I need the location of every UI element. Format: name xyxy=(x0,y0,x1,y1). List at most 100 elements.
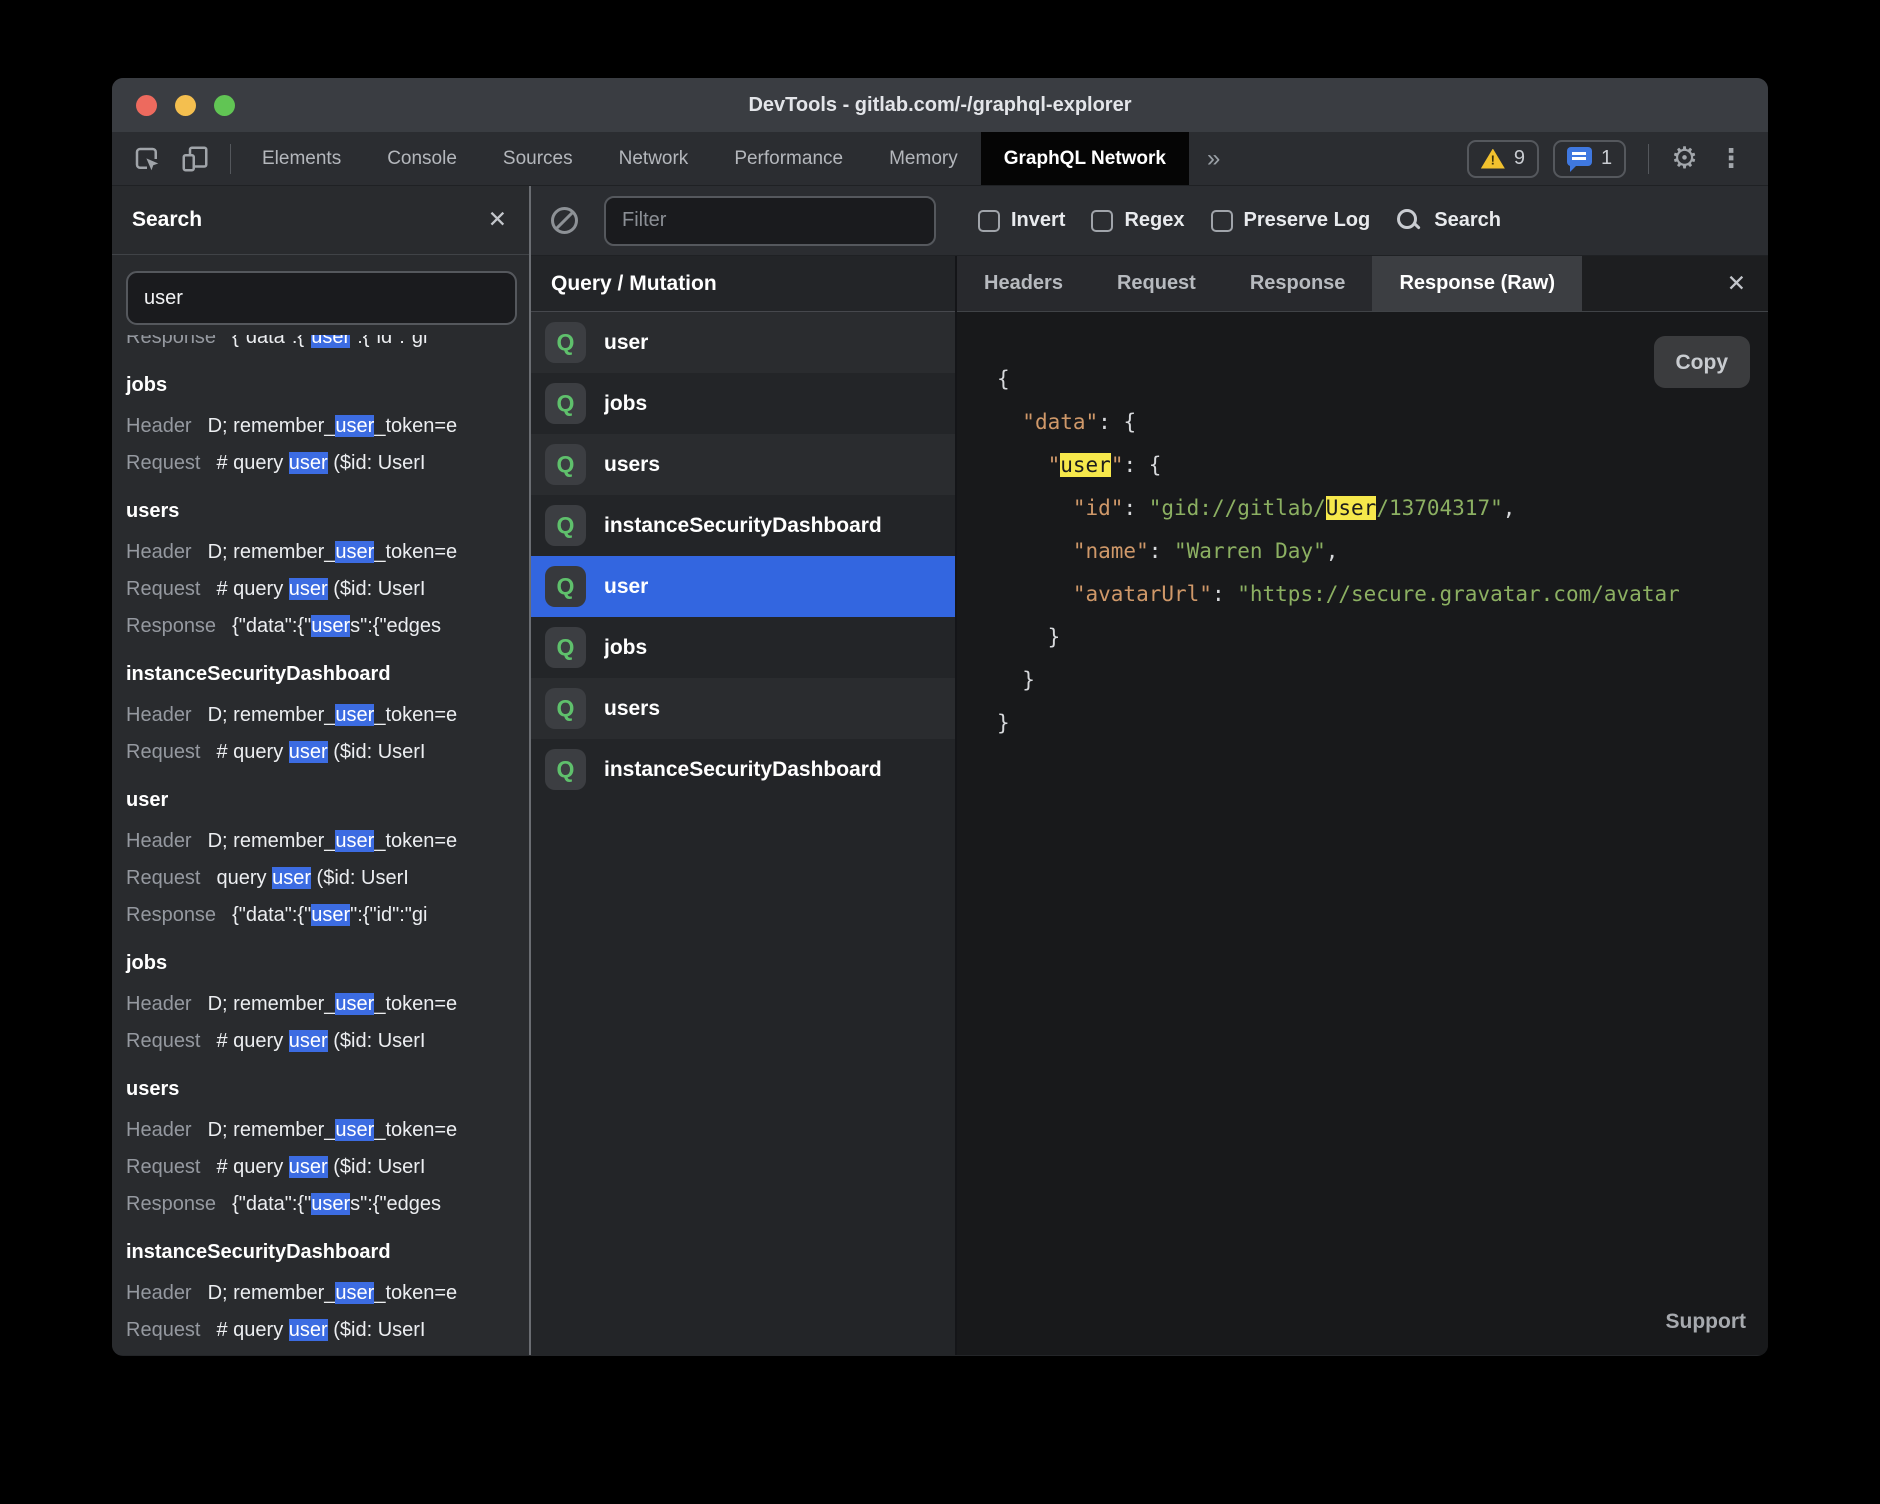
filter-search-label[interactable]: Search xyxy=(1434,209,1501,232)
detail-tab[interactable]: Headers xyxy=(957,256,1090,311)
search-result-row[interactable]: Header D; remember_user_token=e xyxy=(126,697,515,734)
query-list-item[interactable]: Q jobs xyxy=(531,617,955,678)
inspect-element-icon[interactable] xyxy=(132,144,162,174)
warning-icon xyxy=(1481,149,1505,169)
checkbox[interactable] xyxy=(1211,210,1233,232)
close-search-panel-icon[interactable]: ✕ xyxy=(488,207,507,233)
text-segment: ($id: UserI xyxy=(311,867,409,889)
search-match-highlight: user xyxy=(335,830,374,852)
search-icon xyxy=(1396,208,1422,234)
filter-input[interactable] xyxy=(604,196,936,246)
devtools-tab-label: Memory xyxy=(889,148,958,170)
query-list-item[interactable]: Q instanceSecurityDashboard xyxy=(531,495,955,556)
close-window-button[interactable] xyxy=(136,95,157,116)
result-row-value: # query user ($id: UserI xyxy=(217,1023,426,1060)
query-type-badge: Q xyxy=(545,688,586,729)
zoom-window-button[interactable] xyxy=(214,95,235,116)
filter-bar: Invert Regex Preserve Log Search xyxy=(531,186,1768,256)
search-result-row[interactable]: Request query user ($id: UserI xyxy=(126,860,515,897)
query-list-item[interactable]: Q instanceSecurityDashboard xyxy=(531,739,955,800)
text-segment: query xyxy=(217,867,273,889)
devtools-tabbar: ElementsConsole Sources NetworkPerformance… xyxy=(112,132,1768,186)
detail-tab[interactable]: Response (Raw) xyxy=(1372,256,1582,311)
query-list-item[interactable]: Q users xyxy=(531,434,955,495)
devtools-tab[interactable]: GraphQL Network xyxy=(981,132,1189,185)
result-row-value: {"data":{"user":{"id":"gi xyxy=(232,897,427,934)
search-result-row[interactable]: Response {"data":{"users":{"edges xyxy=(126,608,515,645)
support-link[interactable]: Support xyxy=(1666,1300,1746,1343)
search-input[interactable] xyxy=(126,271,517,325)
query-type-badge: Q xyxy=(545,383,586,424)
search-result-row[interactable]: Request # query user ($id: UserI xyxy=(126,1312,515,1349)
devtools-tab[interactable]: Performance xyxy=(711,132,866,185)
search-panel: Search ✕ Response {"data":{"user":{"id":… xyxy=(112,186,531,1355)
issues-badge[interactable]: 1 xyxy=(1553,140,1626,178)
result-row-value: D; remember_user_token=e xyxy=(208,408,458,445)
clear-log-icon[interactable] xyxy=(551,207,578,234)
text-segment: _token=e xyxy=(374,541,457,563)
query-type-badge: Q xyxy=(545,505,586,546)
result-row-value: # query user ($id: UserI xyxy=(217,445,426,482)
text-segment: "gid://gitlab/ xyxy=(1149,496,1326,520)
devtools-tab-label: Sources xyxy=(503,148,573,170)
search-match-highlight: user xyxy=(335,541,374,563)
title-bar: DevTools - gitlab.com/-/graphql-explorer xyxy=(112,78,1768,132)
settings-gear-icon[interactable]: ⚙ xyxy=(1671,141,1698,176)
minimize-window-button[interactable] xyxy=(175,95,196,116)
search-result-row[interactable]: Request # query user ($id: UserI xyxy=(126,445,515,482)
devtools-tab[interactable]: Memory xyxy=(866,132,981,185)
search-result-row[interactable]: Response {"data":{"user":{"id":"gi xyxy=(126,335,515,356)
search-match-highlight: user xyxy=(335,1119,374,1141)
text-segment: D; remember_ xyxy=(208,1282,336,1304)
text-segment: "https://secure.gravatar.com/avatar xyxy=(1237,582,1680,606)
devtools-tab[interactable]: Sources xyxy=(480,132,596,185)
warnings-badge[interactable]: 9 xyxy=(1467,140,1539,178)
search-match-highlight: user xyxy=(272,867,311,889)
search-result-row[interactable]: Request # query user ($id: UserI xyxy=(126,1023,515,1060)
text-segment: ":{"id":"gi xyxy=(350,904,427,926)
search-result-row[interactable]: Request # query user ($id: UserI xyxy=(126,734,515,771)
search-match-highlight: user xyxy=(335,704,374,726)
detail-tab-label: Response xyxy=(1250,272,1346,295)
search-result-row[interactable]: Header D; remember_user_token=e xyxy=(126,1275,515,1312)
result-row-label: Response xyxy=(126,608,216,645)
device-toolbar-icon[interactable] xyxy=(180,144,210,174)
detail-tab[interactable]: Response xyxy=(1223,256,1373,311)
search-result-row[interactable]: Response {"data":{"user":{"id":"gi xyxy=(126,897,515,934)
text-segment: ($id: UserI xyxy=(328,578,426,600)
close-detail-icon[interactable]: ✕ xyxy=(1727,271,1746,297)
search-result-row[interactable]: Request # query user ($id: UserI xyxy=(126,1149,515,1186)
text-segment: D; remember_ xyxy=(208,704,336,726)
result-row-label: Request xyxy=(126,445,201,482)
search-result-row[interactable]: Header D; remember_user_token=e xyxy=(126,986,515,1023)
search-result-row[interactable]: Header D; remember_user_token=e xyxy=(126,823,515,860)
text-segment: {"data":{" xyxy=(232,615,311,637)
text-segment: , xyxy=(1326,539,1339,563)
query-item-label: instanceSecurityDashboard xyxy=(604,758,882,782)
text-segment: # query xyxy=(217,1030,289,1052)
detail-tab[interactable]: Request xyxy=(1090,256,1223,311)
checkbox[interactable] xyxy=(978,210,1000,232)
devtools-tab[interactable]: Elements xyxy=(239,132,364,185)
devtools-tab[interactable]: Network xyxy=(596,132,712,185)
query-list-item[interactable]: Q user xyxy=(531,312,955,373)
search-result-row[interactable]: Header D; remember_user_token=e xyxy=(126,1112,515,1149)
result-row-label: Request xyxy=(126,1023,201,1060)
copy-button[interactable]: Copy xyxy=(1654,336,1751,388)
network-region: Invert Regex Preserve Log Search Query /… xyxy=(531,186,1768,1355)
search-result-row[interactable]: Request # query user ($id: UserI xyxy=(126,571,515,608)
query-list-item[interactable]: Q user xyxy=(531,556,955,617)
more-tabs-chevron-icon[interactable]: » xyxy=(1189,132,1238,185)
checkbox[interactable] xyxy=(1091,210,1113,232)
kebab-menu-icon[interactable]: ⋮ xyxy=(1712,144,1750,174)
query-list-item[interactable]: Q users xyxy=(531,678,955,739)
search-result-row[interactable]: Header D; remember_user_token=e xyxy=(126,408,515,445)
devtools-tab[interactable]: Console xyxy=(364,132,480,185)
message-icon xyxy=(1567,147,1592,166)
search-result-row[interactable]: Header D; remember_user_token=e xyxy=(126,534,515,571)
result-row-value: # query user ($id: UserI xyxy=(217,1312,426,1349)
query-list-item[interactable]: Q jobs xyxy=(531,373,955,434)
response-raw-view: Copy Support { "data": { "user": { "id":… xyxy=(957,312,1768,1355)
text-segment: _token=e xyxy=(374,415,457,437)
search-result-row[interactable]: Response {"data":{"users":{"edges xyxy=(126,1186,515,1223)
